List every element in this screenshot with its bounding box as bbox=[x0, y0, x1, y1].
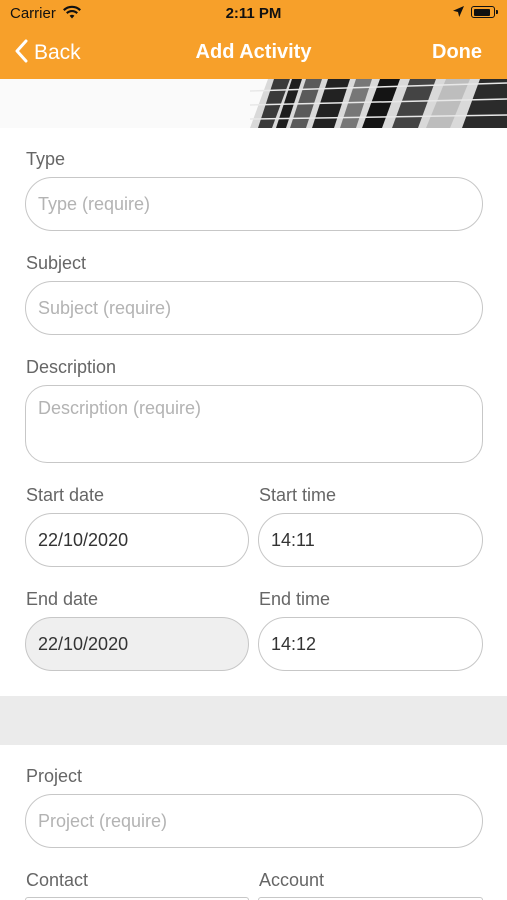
end-date-field: 22/10/2020 bbox=[25, 617, 249, 671]
start-time-field[interactable]: 14:11 bbox=[258, 513, 483, 567]
section-divider bbox=[0, 696, 507, 745]
description-label: Description bbox=[26, 357, 117, 377]
type-input[interactable]: Type (require) bbox=[25, 177, 483, 231]
contact-label: Contact bbox=[26, 870, 89, 890]
done-button[interactable]: Done bbox=[432, 41, 482, 64]
start-date-field[interactable]: 22/10/2020 bbox=[25, 513, 249, 567]
battery-icon bbox=[471, 6, 498, 18]
end-time-label: End time bbox=[259, 589, 331, 609]
header-banner-image bbox=[0, 79, 507, 128]
clock: 2:11 PM bbox=[225, 5, 282, 22]
battery-level bbox=[473, 8, 490, 16]
location-arrow-icon bbox=[452, 5, 465, 23]
account-label: Account bbox=[259, 870, 325, 890]
project-input[interactable]: Project (require) bbox=[25, 794, 483, 848]
navigation-bar: Back Add Activity Done bbox=[0, 28, 507, 79]
page-title: Add Activity bbox=[195, 41, 312, 63]
status-bar: Carrier 2:11 PM bbox=[0, 0, 507, 28]
start-date-label: Start date bbox=[26, 485, 105, 505]
subject-input[interactable]: Subject (require) bbox=[25, 281, 483, 335]
project-label: Project bbox=[26, 766, 83, 786]
subject-label: Subject bbox=[26, 253, 87, 273]
end-date-label: End date bbox=[26, 589, 99, 609]
description-textarea[interactable]: Description (require) bbox=[25, 385, 483, 463]
start-time-label: Start time bbox=[259, 485, 337, 505]
end-time-field[interactable]: 14:12 bbox=[258, 617, 483, 671]
type-label: Type bbox=[26, 149, 66, 169]
